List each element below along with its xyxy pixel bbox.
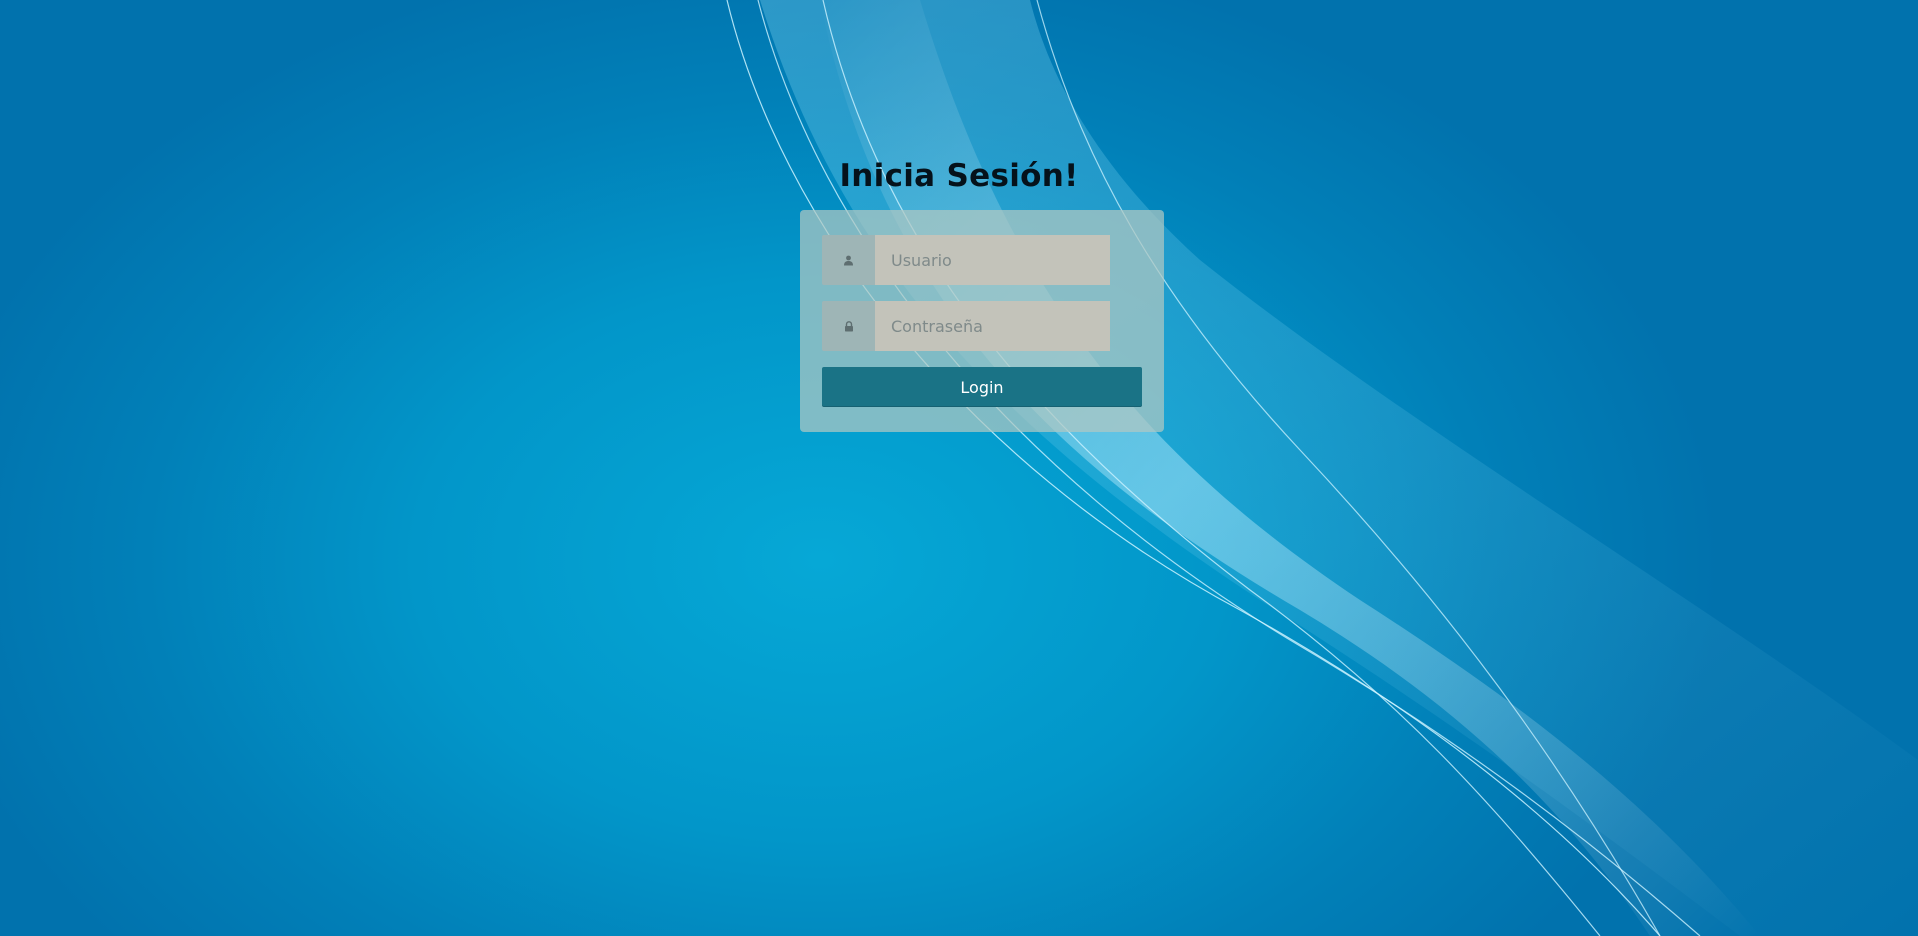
username-input[interactable] [875,235,1110,285]
username-addon [822,235,875,285]
page-title: Inicia Sesión! [0,158,1918,194]
background-swoosh-art [726,0,1918,936]
user-icon [844,255,853,265]
login-panel: Login [800,210,1164,432]
login-button[interactable]: Login [822,367,1142,407]
page-title-text: Inicia Sesión! [839,158,1079,194]
password-addon [822,301,875,351]
password-input[interactable] [875,301,1110,351]
lock-icon [844,320,853,331]
password-field-group [822,301,1110,351]
username-field-group [822,235,1110,285]
